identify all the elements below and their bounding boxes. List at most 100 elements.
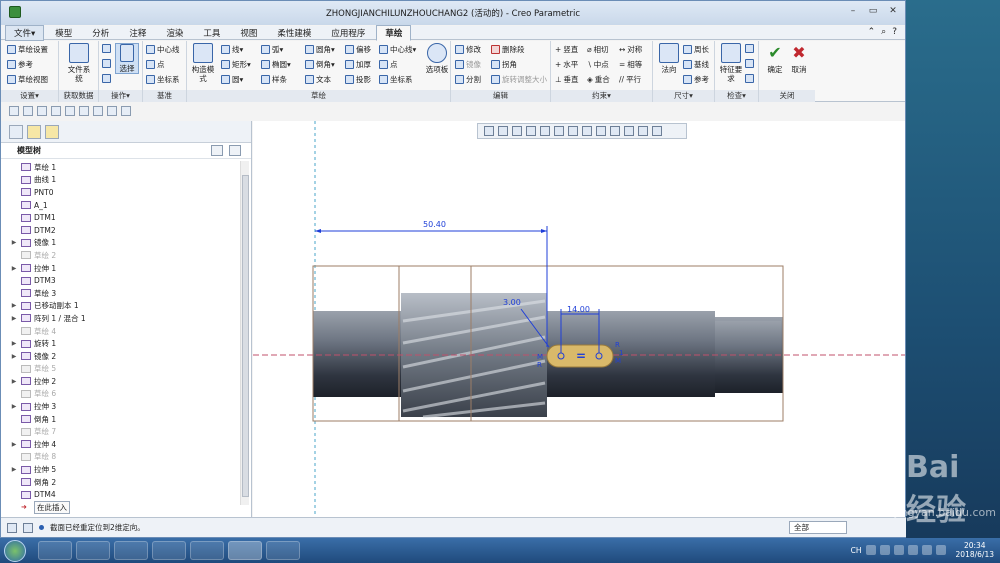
references-button[interactable]: 参考 — [7, 59, 33, 70]
taskbar-explorer-icon[interactable] — [76, 541, 110, 560]
expand-arrow-icon[interactable]: ▶ — [9, 353, 19, 360]
copy-button[interactable] — [102, 59, 111, 68]
toggle-browser-icon[interactable] — [23, 522, 33, 533]
text-button[interactable]: 文本 — [305, 74, 331, 85]
tangent-constraint-button[interactable]: ⌀ 相切 — [587, 44, 609, 55]
tree-item[interactable]: 草绘 8 — [1, 451, 239, 464]
regenerate-icon[interactable] — [79, 106, 89, 116]
palette-button[interactable]: 选项板 — [423, 43, 451, 74]
datum-centerline-button[interactable]: 中心线 — [146, 44, 180, 55]
tab-file[interactable]: 文件▾ — [5, 24, 45, 41]
tree-item[interactable]: 倒角 2 — [1, 476, 239, 489]
redo-icon[interactable] — [65, 106, 75, 116]
group-constraint-label[interactable]: 约束▾ — [551, 90, 652, 102]
rectangle-button[interactable]: 矩形▾ — [221, 59, 251, 70]
tree-item[interactable]: 倒角 1 — [1, 413, 239, 426]
start-button-icon[interactable] — [4, 540, 26, 562]
horizontal-constraint-button[interactable]: + 水平 — [555, 59, 578, 70]
highlight-open-ends-button[interactable] — [745, 59, 754, 68]
network-icon[interactable] — [921, 545, 932, 555]
group-operations-label[interactable]: 操作▾ — [99, 90, 142, 102]
cut-button[interactable] — [102, 44, 111, 53]
expand-arrow-icon[interactable]: ▶ — [9, 441, 19, 448]
tree-item[interactable]: ▶ 拉伸 5 — [1, 463, 239, 476]
dim-slot-value[interactable]: 14.00 — [567, 305, 590, 314]
expand-arrow-icon[interactable]: ▶ — [9, 378, 19, 385]
tree-item[interactable]: ▶ 镜像 2 — [1, 350, 239, 363]
tree-item[interactable]: 草绘 5 — [1, 363, 239, 376]
file-system-button[interactable]: 文件系统 — [65, 43, 93, 83]
folder-browser-tab-icon[interactable] — [27, 124, 41, 139]
sketch-canvas[interactable]: = 50.40 14.00 3.00 M R R 1 M — [253, 121, 905, 517]
expand-arrow-icon[interactable]: ▶ — [9, 466, 19, 473]
group-inspect-label[interactable]: 检查▾ — [715, 90, 758, 102]
tree-item[interactable]: 草绘 7 — [1, 425, 239, 438]
perpendicular-constraint-button[interactable]: ⊥ 垂直 — [555, 74, 579, 85]
overlap-geometry-button[interactable] — [745, 44, 754, 53]
tree-item[interactable]: 草绘 3 — [1, 287, 239, 300]
tree-item[interactable]: ➜ 在此插入 — [1, 500, 239, 514]
tree-settings-icon[interactable] — [211, 145, 223, 156]
tree-item[interactable]: ▶ 拉伸 2 — [1, 375, 239, 388]
expand-arrow-icon[interactable]: ▶ — [9, 315, 19, 322]
dim-length-value[interactable]: 50.40 — [423, 220, 446, 229]
line-button[interactable]: 线▾ — [221, 44, 243, 55]
sketch-point-button[interactable]: 点 — [379, 59, 398, 70]
parallel-constraint-button[interactable]: //平行 — [619, 74, 641, 85]
group-dimension-label[interactable]: 尺寸▾ — [653, 90, 714, 102]
clock[interactable]: 20:34 2018/6/13 — [956, 541, 994, 559]
mirror-button[interactable]: 镜像 — [455, 59, 481, 70]
customize-toolbar-icon[interactable] — [121, 106, 131, 116]
midpoint-constraint-button[interactable]: ∖ 中点 — [587, 59, 609, 70]
feature-requirements-button[interactable]: 特征要求 — [717, 43, 745, 83]
baseline-button[interactable]: 基线 — [683, 59, 709, 70]
tab-applications[interactable]: 应用程序 — [322, 25, 374, 41]
perimeter-button[interactable]: 周长 — [683, 44, 709, 55]
tab-model[interactable]: 模型 — [46, 25, 81, 41]
open-file-icon[interactable] — [23, 106, 33, 116]
dim-radius-value[interactable]: 3.00 — [503, 298, 521, 307]
normal-dimension-button[interactable]: 法向 — [655, 43, 683, 74]
save-icon[interactable] — [37, 106, 47, 116]
symmetric-constraint-button[interactable]: ↔ 对称 — [619, 44, 642, 55]
tray-icon-4[interactable] — [907, 545, 918, 555]
project-button[interactable]: 投影 — [345, 74, 371, 85]
arc-button[interactable]: 弧▾ — [261, 44, 283, 55]
fillet-button[interactable]: 圆角▾ — [305, 44, 335, 55]
sketch-setup-button[interactable]: 草绘设置 — [7, 44, 48, 55]
cancel-button[interactable]: ✖ 取消 — [785, 43, 813, 74]
tree-show-icon[interactable] — [229, 145, 241, 156]
collapse-ribbon-icon[interactable]: ⌃ — [868, 27, 876, 37]
expand-arrow-icon[interactable]: ▶ — [9, 340, 19, 347]
volume-icon[interactable] — [935, 545, 946, 555]
vertical-constraint-button[interactable]: + 竖直 — [555, 44, 578, 55]
coincident-constraint-button[interactable]: ◈ 重合 — [587, 74, 610, 85]
corner-button[interactable]: 拐角 — [491, 59, 517, 70]
selection-filter[interactable]: 全部 — [789, 521, 847, 534]
group-settings-label[interactable]: 设置▾ — [1, 90, 58, 102]
chamfer-button[interactable]: 倒角▾ — [305, 59, 335, 70]
scrollbar-thumb[interactable] — [242, 175, 249, 497]
tab-annotate[interactable]: 注释 — [120, 25, 155, 41]
tree-item[interactable]: PNT0 — [1, 186, 239, 199]
tab-view[interactable]: 视图 — [231, 25, 266, 41]
construction-mode-button[interactable]: 构造模式 — [189, 43, 217, 83]
tree-item[interactable]: ▶ 旋转 1 — [1, 337, 239, 350]
tray-icon-3[interactable] — [893, 545, 904, 555]
undo-icon[interactable] — [51, 106, 61, 116]
thicken-button[interactable]: 加厚 — [345, 59, 371, 70]
tab-sketch[interactable]: 草绘 — [376, 24, 412, 41]
datum-point-button[interactable]: 点 — [146, 59, 165, 70]
taskbar-cloud-icon[interactable] — [152, 541, 186, 560]
taskbar-creo-icon[interactable] — [228, 541, 262, 560]
tree-item[interactable]: ▶ 拉伸 4 — [1, 438, 239, 451]
tree-item[interactable]: 草绘 4 — [1, 325, 239, 338]
close-icon[interactable]: ✕ — [887, 5, 899, 17]
expand-arrow-icon[interactable]: ▶ — [9, 239, 19, 246]
datum-csys-button[interactable]: 坐标系 — [146, 74, 180, 85]
taskbar-paint-icon[interactable] — [266, 541, 300, 560]
model-tree-tab-icon[interactable] — [9, 124, 23, 139]
tab-analysis[interactable]: 分析 — [83, 25, 118, 41]
minimize-icon[interactable]: – — [847, 5, 859, 17]
tree-item[interactable]: ▶ 拉伸 3 — [1, 400, 239, 413]
